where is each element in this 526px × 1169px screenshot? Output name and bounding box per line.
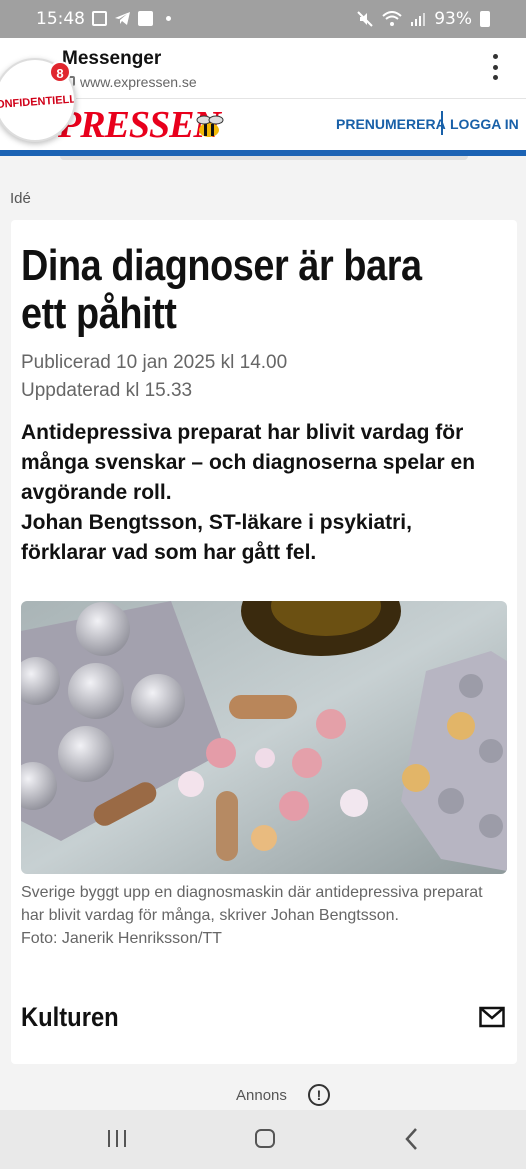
notification-icons: [92, 11, 171, 26]
photo-caption: Sverige byggt upp en diagnosmaskin där a…: [21, 881, 507, 950]
article-headline: Dina diagnoser är bara ett påhitt: [21, 241, 422, 338]
published-date: Publicerad 10 jan 2025 kl 14.00: [21, 352, 288, 373]
check-icon: [138, 11, 153, 26]
system-icons: 93%: [356, 9, 490, 29]
wasp-icon: [196, 115, 224, 137]
home-icon[interactable]: [255, 1129, 275, 1148]
url-bar[interactable]: www.expressen.se: [80, 74, 197, 90]
header-shadow: [60, 156, 468, 160]
updated-date: Uppdaterad kl 15.33: [21, 380, 193, 401]
chat-head-stamp-text: ONFIDENTIELLT: [0, 93, 76, 111]
dot-icon: [166, 16, 171, 21]
ad-info-icon[interactable]: !: [308, 1084, 330, 1106]
notification-badge: 8: [49, 61, 71, 83]
subscribe-link[interactable]: PRENUMERERA: [336, 116, 446, 132]
article-card: Dina diagnoser är bara ett påhitt Public…: [11, 220, 517, 1064]
mute-icon: [357, 11, 373, 27]
battery-percent: 93%: [434, 9, 472, 29]
nav-divider: [441, 111, 443, 135]
mail-icon[interactable]: [479, 1006, 505, 1028]
article-photo[interactable]: [21, 601, 507, 874]
pills-image: [21, 601, 507, 874]
status-bar: 15:48 93%: [0, 0, 526, 38]
browser-toolbar: Messenger www.expressen.se: [0, 38, 526, 98]
recent-apps-icon[interactable]: [108, 1130, 126, 1147]
more-options-icon[interactable]: [490, 54, 500, 80]
site-header: PRESSEN PRENUMERERA LOGGA IN: [0, 98, 526, 150]
article-lead: Antidepressiva preparat har blivit varda…: [21, 421, 476, 564]
back-icon[interactable]: [404, 1127, 420, 1151]
telegram-icon: [115, 12, 130, 25]
article-category[interactable]: Idé: [10, 190, 31, 207]
photo-credit: Foto: Janerik Henriksson/TT: [21, 930, 222, 947]
login-link[interactable]: LOGGA IN: [450, 116, 519, 132]
page-source-title: Messenger: [62, 48, 162, 69]
wifi-icon: [382, 11, 402, 26]
battery-icon: [480, 11, 490, 27]
caption-text: Sverige byggt upp en diagnosmaskin där a…: [21, 884, 483, 924]
signal-icon: [411, 13, 426, 26]
gallery-icon: [92, 11, 107, 26]
system-nav-bar: [0, 1110, 526, 1169]
clock: 15:48: [36, 9, 85, 29]
ad-label: Annons: [236, 1087, 287, 1104]
section-label[interactable]: Kulturen: [21, 1002, 119, 1033]
